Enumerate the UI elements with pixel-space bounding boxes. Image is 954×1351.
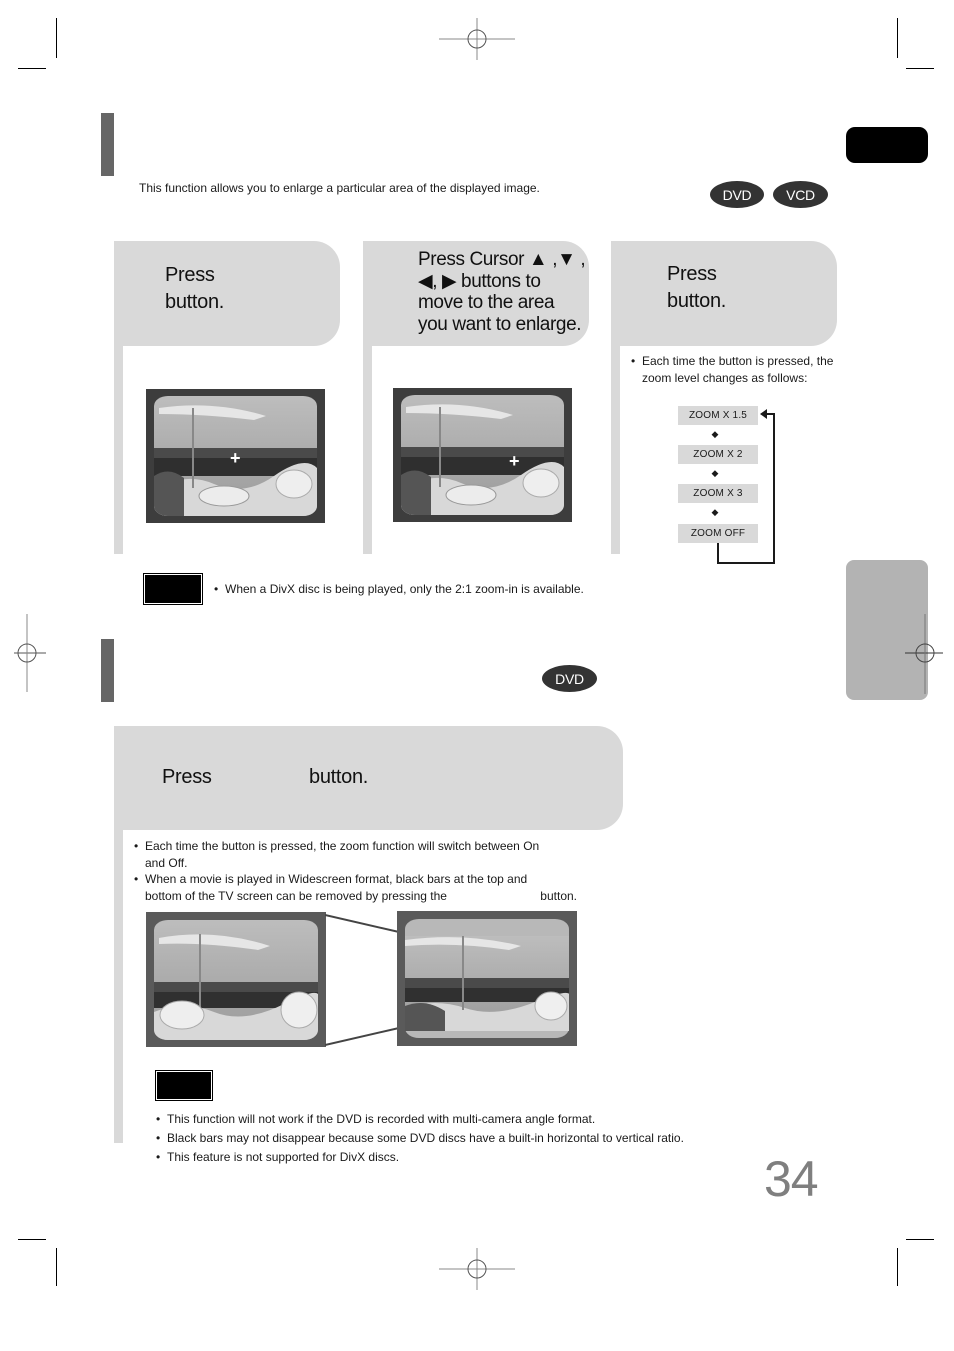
aspect-bullets: Each time the button is pressed, the zoo… (134, 838, 584, 904)
step-3-line-1: Press (667, 263, 717, 285)
note-item: This function will not work if the DVD i… (156, 1110, 684, 1129)
crop-mark (56, 18, 57, 58)
dvd-badge: DVD (710, 181, 764, 208)
bullet-line: zoom level changes as follows: (642, 370, 808, 385)
tv-screen-illustration: + (393, 388, 572, 522)
cursor-crosshair-icon: + (230, 448, 241, 468)
bullet-line: Each time the button is pressed, the zoo… (145, 839, 540, 853)
zoom-connector-lines (325, 914, 400, 1046)
intro-text: This function allows you to enlarge a pa… (139, 181, 540, 195)
step-3-bullet-item: Each time the button is pressed, the zoo… (631, 353, 833, 386)
crop-mark (56, 1248, 57, 1286)
step-2-rail (363, 346, 372, 554)
note-item: This feature is not supported for DivX d… (156, 1148, 684, 1167)
note-item: Black bars may not disappear because som… (156, 1129, 684, 1148)
page-number: 34 (764, 1151, 819, 1207)
step-2-text: Press Cursor ▲ ,▼ , ◀, ▶ buttons to move… (418, 249, 586, 335)
registration-mark-icon (439, 18, 515, 60)
vcd-badge: VCD (773, 181, 828, 208)
registration-mark-icon (439, 1248, 515, 1290)
step-3-bullet: Each time the button is pressed, the zoo… (631, 353, 833, 386)
tv-before-illustration (146, 912, 326, 1047)
beach-scene-image (405, 936, 569, 1031)
step-3-rail (611, 346, 620, 554)
bullet-item: Each time the button is pressed, the zoo… (134, 838, 584, 871)
step-rail (114, 830, 123, 1143)
note-label-box (143, 573, 203, 605)
crop-mark (897, 1248, 898, 1286)
bullet-line: bottom of the TV screen can be removed b… (145, 888, 577, 905)
crop-mark (906, 68, 934, 69)
note-label-box (155, 1070, 213, 1101)
step-button-text: button. (309, 766, 369, 788)
beach-scene-image (154, 920, 318, 1040)
step-2-line-1: Press Cursor ▲ ,▼ , (418, 249, 586, 270)
tv-after-illustration (397, 911, 577, 1046)
crop-mark (906, 1239, 934, 1240)
registration-mark-icon (14, 614, 46, 692)
beach-scene-image (401, 395, 564, 515)
step-press-text: Press (162, 766, 212, 788)
crop-mark (18, 1239, 46, 1240)
note-list: When a DivX disc is being played, only t… (214, 581, 584, 598)
tv-screen-illustration: + (146, 389, 325, 523)
crop-mark (18, 68, 46, 69)
section-title-bar (101, 113, 114, 176)
bullet-line-end: button. (540, 888, 577, 903)
dvd-badge: DVD (542, 665, 597, 692)
step-2-line-4: you want to enlarge. (418, 313, 582, 335)
bullet-item: When a movie is played in Widescreen for… (134, 871, 584, 904)
bullet-line: Each time the button is pressed, the (642, 354, 834, 368)
crop-mark (897, 18, 898, 58)
step-1-rail (114, 346, 123, 554)
bullet-line: When a movie is played in Widescreen for… (145, 872, 528, 886)
step-2-line-3: move to the area (418, 292, 555, 313)
loop-back-arrow-icon (717, 409, 775, 564)
step-1-line-1: Press (165, 264, 215, 286)
step-2-line-2: ◀, ▶ buttons to (418, 270, 541, 292)
registration-mark-icon (905, 614, 943, 694)
step-1-line-2: button. (165, 291, 225, 313)
step-1-text: Press button. (165, 262, 224, 316)
bullet-line-start: bottom of the TV screen can be removed b… (145, 888, 447, 903)
bullet-line: and Off. (145, 855, 188, 870)
chapter-tab (846, 127, 928, 163)
section-title-bar (101, 639, 114, 702)
step-3-line-2: button. (667, 290, 727, 312)
note-item: When a DivX disc is being played, only t… (214, 581, 584, 598)
step-1-box (114, 241, 340, 346)
step-3-text: Press button. (667, 261, 726, 315)
cursor-crosshair-icon: + (509, 451, 520, 471)
note-list: This function will not work if the DVD i… (156, 1110, 684, 1167)
